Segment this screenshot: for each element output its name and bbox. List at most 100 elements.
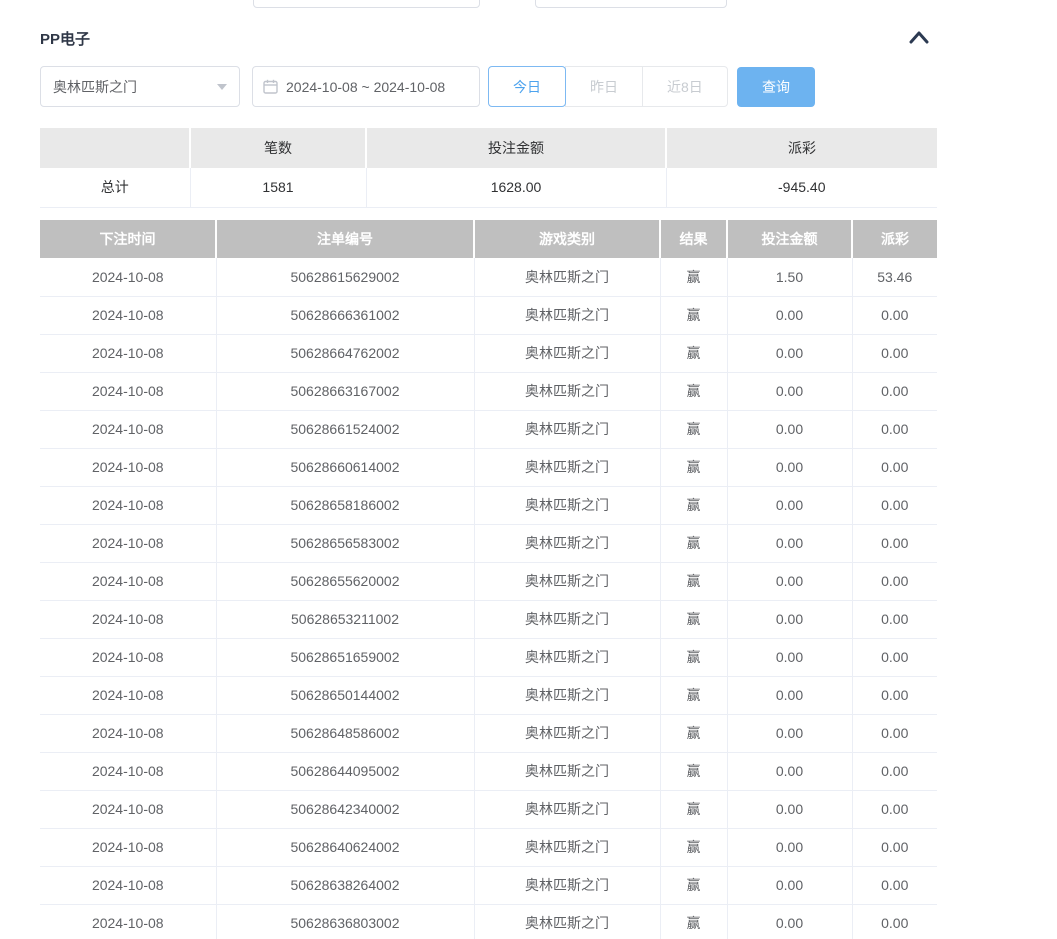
table-row: 2024-10-0850628666361002奥林匹斯之门赢0.000.00 [40, 296, 937, 334]
yesterday-button[interactable]: 昨日 [565, 66, 643, 107]
table-row: 2024-10-0850628636803002奥林匹斯之门赢0.000.00 [40, 904, 937, 939]
summary-header-payout: 派彩 [666, 128, 937, 168]
cell-result: 赢 [660, 828, 727, 866]
table-row: 2024-10-0850628638264002奥林匹斯之门赢0.000.00 [40, 866, 937, 904]
summary-table: 笔数 投注金额 派彩 总计 1581 1628.00 -945.40 [40, 128, 937, 208]
game-select[interactable]: 奥林匹斯之门 [40, 66, 240, 107]
cell-payout: 0.00 [852, 676, 937, 714]
calendar-icon [263, 79, 278, 94]
cell-bet-time: 2024-10-08 [40, 600, 216, 638]
date-range-input[interactable]: 2024-10-08 ~ 2024-10-08 [252, 66, 480, 107]
header-bet-amount: 投注金额 [727, 220, 852, 258]
chevron-up-icon [908, 30, 930, 44]
table-row: 2024-10-0850628658186002奥林匹斯之门赢0.000.00 [40, 486, 937, 524]
last-8-days-button[interactable]: 近8日 [642, 66, 728, 107]
cell-bet-no: 50628663167002 [216, 372, 474, 410]
summary-header-count: 笔数 [190, 128, 366, 168]
summary-total-label: 总计 [40, 168, 190, 207]
previous-section-input[interactable] [535, 0, 727, 8]
table-row: 2024-10-0850628655620002奥林匹斯之门赢0.000.00 [40, 562, 937, 600]
cell-game-type: 奥林匹斯之门 [474, 486, 660, 524]
cell-bet-amount: 1.50 [727, 258, 852, 296]
cell-bet-no: 50628636803002 [216, 904, 474, 939]
cell-bet-amount: 0.00 [727, 562, 852, 600]
cell-bet-no: 50628655620002 [216, 562, 474, 600]
summary-header-bet-amount: 投注金额 [366, 128, 666, 168]
cell-payout: 0.00 [852, 828, 937, 866]
cell-bet-no: 50628648586002 [216, 714, 474, 752]
cell-payout: 0.00 [852, 562, 937, 600]
cell-bet-no: 50628664762002 [216, 334, 474, 372]
header-payout: 派彩 [852, 220, 937, 258]
cell-game-type: 奥林匹斯之门 [474, 334, 660, 372]
cell-bet-amount: 0.00 [727, 676, 852, 714]
cell-bet-amount: 0.00 [727, 638, 852, 676]
table-row: 2024-10-0850628664762002奥林匹斯之门赢0.000.00 [40, 334, 937, 372]
cell-bet-no: 50628650144002 [216, 676, 474, 714]
query-button[interactable]: 查询 [737, 67, 815, 107]
cell-bet-amount: 0.00 [727, 296, 852, 334]
cell-bet-no: 50628644095002 [216, 752, 474, 790]
cell-bet-time: 2024-10-08 [40, 448, 216, 486]
cell-result: 赢 [660, 524, 727, 562]
table-row: 2024-10-0850628650144002奥林匹斯之门赢0.000.00 [40, 676, 937, 714]
cell-bet-time: 2024-10-08 [40, 904, 216, 939]
summary-header-blank [40, 128, 190, 168]
chevron-down-icon [217, 84, 227, 90]
summary-total-payout: -945.40 [666, 168, 937, 207]
today-button[interactable]: 今日 [488, 66, 566, 107]
cell-bet-no: 50628615629002 [216, 258, 474, 296]
summary-total-bet-amount: 1628.00 [366, 168, 666, 207]
cell-bet-time: 2024-10-08 [40, 524, 216, 562]
cell-game-type: 奥林匹斯之门 [474, 676, 660, 714]
table-row: 2024-10-0850628644095002奥林匹斯之门赢0.000.00 [40, 752, 937, 790]
header-result: 结果 [660, 220, 727, 258]
collapse-section-button[interactable] [906, 26, 932, 48]
cell-game-type: 奥林匹斯之门 [474, 372, 660, 410]
cell-bet-no: 50628640624002 [216, 828, 474, 866]
cell-bet-no: 50628660614002 [216, 448, 474, 486]
cell-game-type: 奥林匹斯之门 [474, 866, 660, 904]
cell-bet-amount: 0.00 [727, 600, 852, 638]
cell-bet-time: 2024-10-08 [40, 410, 216, 448]
cell-payout: 0.00 [852, 334, 937, 372]
cell-payout: 0.00 [852, 486, 937, 524]
cell-result: 赢 [660, 372, 727, 410]
cell-bet-time: 2024-10-08 [40, 790, 216, 828]
header-bet-time: 下注时间 [40, 220, 216, 258]
cell-result: 赢 [660, 334, 727, 372]
cell-bet-no: 50628653211002 [216, 600, 474, 638]
cell-game-type: 奥林匹斯之门 [474, 524, 660, 562]
cell-game-type: 奥林匹斯之门 [474, 828, 660, 866]
previous-section-input[interactable] [253, 0, 480, 8]
cell-result: 赢 [660, 790, 727, 828]
cell-bet-no: 50628658186002 [216, 486, 474, 524]
cell-game-type: 奥林匹斯之门 [474, 904, 660, 939]
cell-bet-time: 2024-10-08 [40, 334, 216, 372]
quick-date-button-group: 今日 昨日 近8日 [488, 66, 728, 107]
bet-table: 下注时间 注单编号 游戏类别 结果 投注金额 派彩 2024-10-085062… [40, 220, 937, 939]
cell-bet-amount: 0.00 [727, 828, 852, 866]
cell-payout: 53.46 [852, 258, 937, 296]
cell-bet-time: 2024-10-08 [40, 828, 216, 866]
cell-game-type: 奥林匹斯之门 [474, 296, 660, 334]
cell-result: 赢 [660, 600, 727, 638]
cell-bet-no: 50628656583002 [216, 524, 474, 562]
cell-payout: 0.00 [852, 638, 937, 676]
cell-bet-amount: 0.00 [727, 866, 852, 904]
cell-bet-time: 2024-10-08 [40, 372, 216, 410]
cell-game-type: 奥林匹斯之门 [474, 752, 660, 790]
cell-game-type: 奥林匹斯之门 [474, 410, 660, 448]
cell-bet-amount: 0.00 [727, 714, 852, 752]
table-row: 2024-10-0850628663167002奥林匹斯之门赢0.000.00 [40, 372, 937, 410]
cell-bet-time: 2024-10-08 [40, 562, 216, 600]
cell-bet-amount: 0.00 [727, 448, 852, 486]
header-bet-no: 注单编号 [216, 220, 474, 258]
cell-payout: 0.00 [852, 866, 937, 904]
table-row: 2024-10-0850628640624002奥林匹斯之门赢0.000.00 [40, 828, 937, 866]
cell-bet-time: 2024-10-08 [40, 258, 216, 296]
cell-result: 赢 [660, 562, 727, 600]
summary-total-count: 1581 [190, 168, 366, 207]
cell-bet-time: 2024-10-08 [40, 296, 216, 334]
cell-result: 赢 [660, 714, 727, 752]
